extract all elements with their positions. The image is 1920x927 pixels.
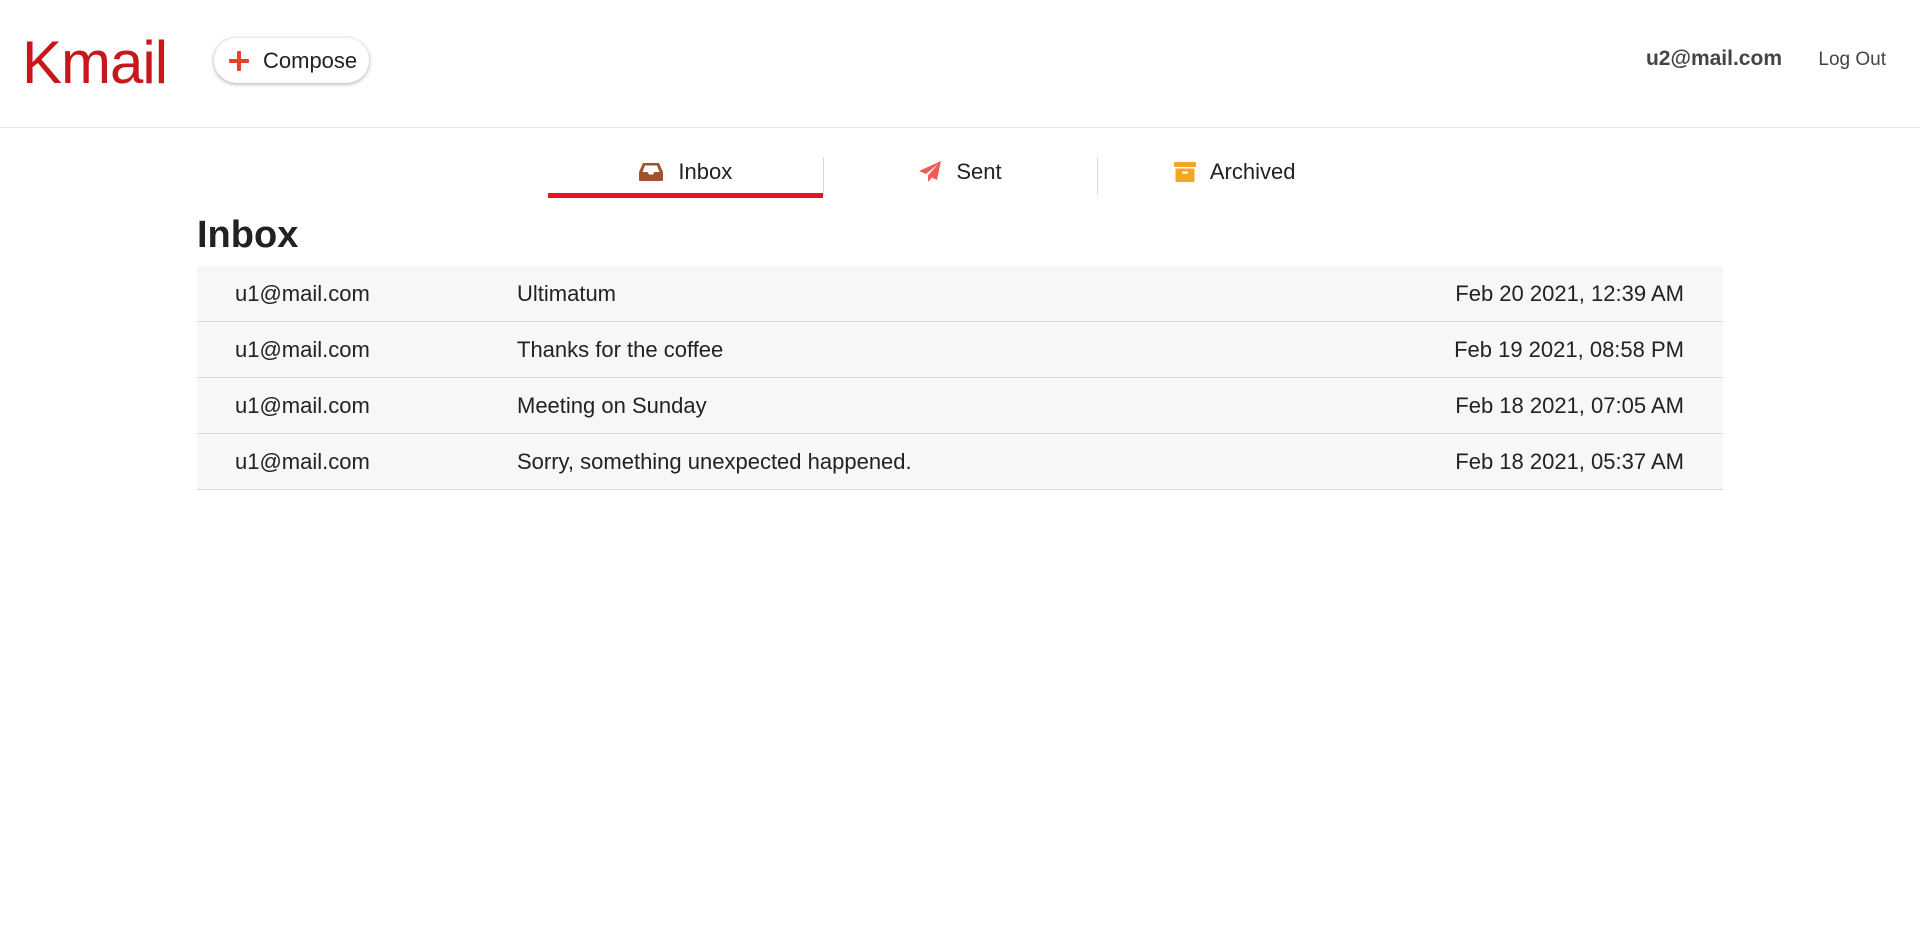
compose-button[interactable]: Compose [214,38,369,83]
current-user-email: u2@mail.com [1645,47,1782,70]
email-sender: u1@mail.com [235,449,370,474]
plus-icon [229,50,249,71]
email-subject: Meeting on Sunday [517,393,707,418]
tab-inbox-label: Inbox [678,159,733,184]
email-date: Feb 18 2021, 07:05 AM [1455,393,1684,418]
inbox-icon [638,162,664,182]
email-row[interactable]: u1@mail.com Meeting on Sunday Feb 18 202… [197,378,1723,434]
paper-plane-icon [918,160,942,184]
email-date: Feb 19 2021, 08:58 PM [1454,337,1684,362]
mailbox-tabs: Inbox Sent Archived [548,154,1372,198]
archive-box-icon [1173,161,1196,183]
email-sender: u1@mail.com [235,337,370,362]
email-subject: Sorry, something unexpected happened. [517,449,912,474]
email-row[interactable]: u1@mail.com Thanks for the coffee Feb 19… [197,322,1723,378]
email-subject: Ultimatum [517,281,617,306]
tab-sent-label: Sent [956,159,1002,184]
email-list: u1@mail.com Ultimatum Feb 20 2021, 12:39… [197,266,1723,490]
logout-link[interactable]: Log Out [1818,49,1886,71]
page-title: Inbox [197,214,299,256]
email-sender: u1@mail.com [235,281,370,306]
brand-logo[interactable]: Kmail [22,26,168,100]
email-sender: u1@mail.com [235,393,370,418]
tab-archived[interactable]: Archived [1097,154,1372,198]
top-header: Kmail Compose u2@mail.com Log Out [0,0,1920,128]
email-subject: Thanks for the coffee [517,337,724,362]
email-date: Feb 18 2021, 05:37 AM [1455,449,1684,474]
tab-sent[interactable]: Sent [822,154,1098,198]
email-date: Feb 20 2021, 12:39 AM [1455,281,1684,306]
tab-inbox[interactable]: Inbox [548,154,823,198]
tab-archived-label: Archived [1209,159,1296,184]
compose-button-label: Compose [263,47,358,73]
email-row[interactable]: u1@mail.com Ultimatum Feb 20 2021, 12:39… [197,266,1723,322]
email-row[interactable]: u1@mail.com Sorry, something unexpected … [197,434,1723,490]
